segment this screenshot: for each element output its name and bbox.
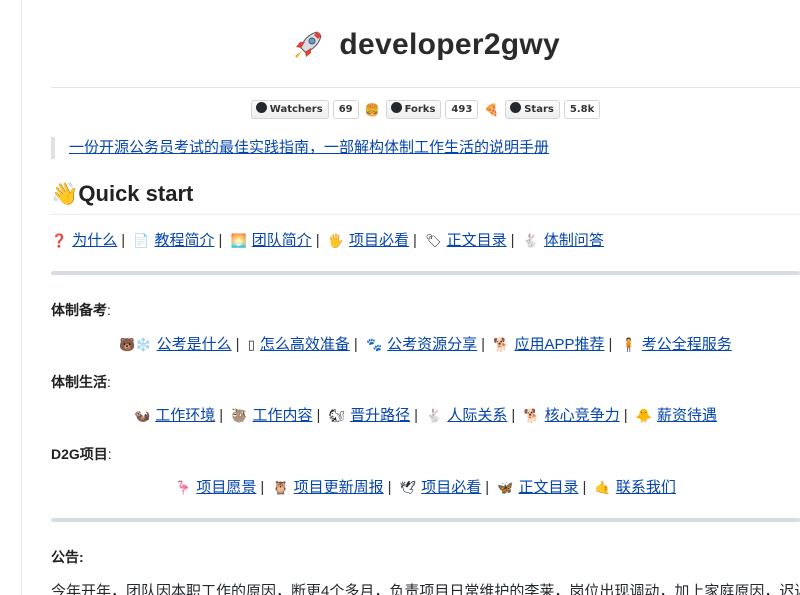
otter-icon: 🦦: [134, 408, 151, 423]
github-icon: [255, 102, 267, 113]
burger-icon: 🍔: [364, 102, 380, 117]
flamingo-icon: 🦩: [175, 480, 192, 495]
link-salary[interactable]: 薪资待遇: [657, 407, 717, 424]
github-icon: [390, 102, 402, 113]
rabbit-icon: 🐇: [522, 233, 539, 248]
page-title: developer2gwy: [51, 28, 800, 68]
link-full-service[interactable]: 考公全程服务: [642, 336, 732, 353]
github-icon: [510, 102, 522, 113]
hand-icon: 🖐: [327, 233, 345, 248]
notice-text: 今年开年，团队因本职工作的原因，断更4个多月，负责项目日常维护的李莱，岗位出现调…: [51, 583, 800, 595]
link-faq[interactable]: 体制问答: [544, 232, 604, 249]
work-life-links: 🦦 工作环境 | 🦥 工作内容 | 🐿 晋升路径 | 🐇 人际关系 | 🐕 核心竞争力 | 🐥 薪资待…: [51, 405, 800, 427]
page-icon: 📄: [133, 233, 150, 248]
badge-label: Watchers: [269, 104, 323, 115]
badge-count: 69: [332, 100, 359, 119]
forks-badge[interactable]: Forks 493: [385, 100, 479, 119]
section-divider: [51, 518, 800, 522]
link-why[interactable]: 为什么: [72, 232, 117, 249]
link-project-must-read[interactable]: 项目必看: [421, 479, 481, 496]
link-weekly-report[interactable]: 项目更新周报: [294, 479, 384, 496]
d2g-project-links: 🦩 项目愿景 | 🦉 项目更新周报 | 🕊 项目必看 | 🦋 正文目录 | 🤙 联系我们: [51, 477, 800, 499]
link-tutorial-intro[interactable]: 教程简介: [154, 232, 214, 249]
github-badges: Watchers 69 🍔 Forks 493 🍕 Stars 5.8k: [51, 100, 800, 119]
link-what-is-exam[interactable]: 公考是什么: [157, 336, 232, 353]
badge-label: Forks: [404, 104, 436, 115]
title-text: developer2gwy: [339, 28, 561, 61]
stars-badge[interactable]: Stars 5.8k: [505, 100, 601, 119]
rabbit-icon: 🐇: [426, 408, 443, 423]
owl-icon: 🦉: [272, 480, 289, 495]
call-me-hand-icon: 🤙: [594, 480, 611, 495]
link-must-read[interactable]: 项目必看: [349, 232, 409, 249]
tagline-quote: 一份开源公务员考试的最佳实践指南，一部解构体制工作生活的说明手册: [51, 137, 800, 159]
link-team-intro[interactable]: 团队简介: [252, 232, 312, 249]
link-work-env[interactable]: 工作环境: [155, 407, 215, 424]
bear-snowflake-icon: 🐻❄️: [119, 337, 152, 352]
butterfly-icon: 🦋: [497, 480, 514, 495]
link-competitiveness[interactable]: 核心竞争力: [545, 407, 620, 424]
badge-label: Stars: [524, 104, 554, 115]
quick-start-heading: 👋Quick start: [51, 181, 800, 211]
link-project-toc[interactable]: 正文目录: [519, 479, 579, 496]
waving-hand-icon: 👋: [51, 181, 79, 206]
link-relations[interactable]: 人际关系: [447, 407, 507, 424]
chick-icon: 🐥: [635, 408, 652, 423]
dog-icon: 🐕: [523, 408, 540, 423]
dove-icon: 🕊: [399, 480, 417, 495]
link-how-to-prepare[interactable]: 怎么高效准备: [260, 336, 350, 353]
link-toc[interactable]: 正文目录: [447, 232, 507, 249]
badge-count: 493: [445, 100, 479, 119]
section-title-d2g-project: D2G项目:: [51, 446, 112, 462]
dog-icon: 🐕: [493, 337, 510, 352]
exam-prep-links: 🐻❄️ 公考是什么 | ▯ 怎么高效准备 | 🐾 公考资源分享 | 🐕 应用APP推荐 | 🧍 考…: [51, 334, 800, 356]
paw-icon: 🐾: [365, 337, 383, 352]
link-resources[interactable]: 公考资源分享: [387, 336, 477, 353]
rocket-icon: [294, 31, 322, 59]
pizza-icon: 🍕: [484, 102, 500, 117]
notice-title: 公告:: [51, 549, 84, 565]
question-icon: ❓: [51, 233, 68, 248]
link-app-recommend[interactable]: 应用APP推荐: [514, 336, 604, 353]
link-contact[interactable]: 联系我们: [616, 479, 676, 496]
squirrel-icon: 🐿: [328, 408, 346, 423]
sunrise-icon: 🌅: [230, 233, 247, 248]
left-page-rule: [21, 0, 22, 595]
link-promotion[interactable]: 晋升路径: [350, 407, 410, 424]
person-icon: 🧍: [620, 337, 637, 352]
badge-count: 5.8k: [563, 100, 601, 119]
quick-start-links: ❓ 为什么 | 📄 教程简介 | 🌅 团队简介 | 🖐 项目必看 | 🏷 正文目录 | 🐇 体制问答: [51, 230, 800, 252]
section-title-exam-prep: 体制备考:: [51, 302, 111, 318]
tag-icon: 🏷: [425, 233, 442, 248]
heading-divider: [51, 214, 800, 215]
title-divider: [51, 87, 800, 88]
section-divider: [51, 271, 800, 275]
link-vision[interactable]: 项目愿景: [196, 479, 256, 496]
tagline-link[interactable]: 一份开源公务员考试的最佳实践指南，一部解构体制工作生活的说明手册: [69, 139, 549, 156]
watchers-badge[interactable]: Watchers 69: [250, 100, 359, 119]
sloth-icon: 🦥: [231, 408, 248, 423]
section-title-work-life: 体制生活:: [51, 374, 111, 390]
quick-start-title: Quick start: [78, 181, 194, 206]
phone-icon: ▯: [247, 337, 255, 352]
link-work-content[interactable]: 工作内容: [253, 407, 313, 424]
